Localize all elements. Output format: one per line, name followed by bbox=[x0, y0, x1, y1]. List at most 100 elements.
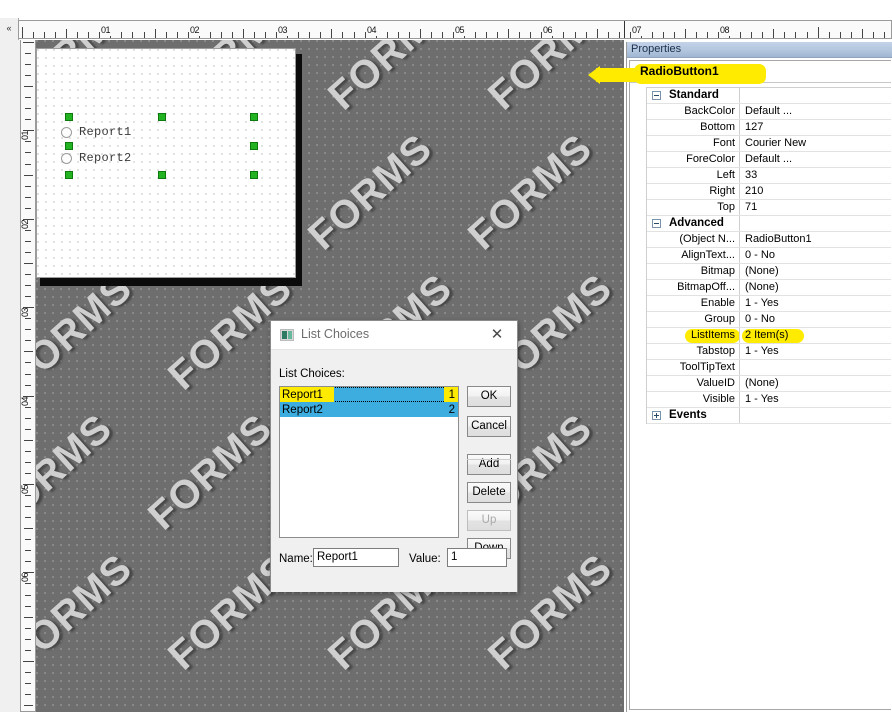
property-name: Visible bbox=[647, 392, 740, 407]
name-input[interactable]: Report1 bbox=[313, 548, 399, 567]
properties-body[interactable]: RadioButton1 Standard BackColor Default ..… bbox=[629, 60, 891, 710]
resize-handle-ne[interactable] bbox=[250, 113, 258, 121]
property-value[interactable] bbox=[740, 360, 891, 375]
delete-button[interactable]: Delete bbox=[467, 482, 511, 503]
collapse-icon[interactable] bbox=[652, 91, 661, 100]
ruler-tick bbox=[331, 29, 332, 38]
property-row[interactable]: BackColor Default ... bbox=[647, 104, 891, 120]
property-value[interactable]: 1 - Yes bbox=[740, 296, 891, 311]
ruler-tick bbox=[25, 274, 31, 275]
expand-icon[interactable] bbox=[652, 411, 661, 420]
property-row[interactable]: Right 210 bbox=[647, 184, 891, 200]
list-choices-dialog[interactable]: List Choices ✕ List Choices: Report1 1 Rep… bbox=[270, 320, 518, 592]
properties-panel-title: Properties bbox=[631, 43, 682, 55]
ruler-tick bbox=[210, 32, 211, 38]
value-input[interactable]: 1 bbox=[447, 548, 507, 567]
form-canvas[interactable]: Report1 Report2 bbox=[36, 48, 296, 278]
radio-circle-icon[interactable] bbox=[61, 126, 72, 138]
property-value[interactable]: 0 - No bbox=[740, 248, 891, 263]
dialog-titlebar[interactable]: List Choices ✕ bbox=[271, 321, 517, 350]
property-value[interactable]: Default ... bbox=[740, 152, 891, 167]
watermark-text: FORMS bbox=[480, 40, 621, 119]
form-radio-report2[interactable]: Report2 bbox=[61, 151, 132, 165]
ruler-tick bbox=[409, 32, 410, 38]
resize-handle-se[interactable] bbox=[250, 171, 258, 179]
resize-handle-nw[interactable] bbox=[65, 113, 73, 121]
property-value[interactable]: RadioButton1 bbox=[740, 232, 891, 247]
property-group-events[interactable]: Events bbox=[647, 408, 891, 424]
property-value[interactable]: 33 bbox=[740, 168, 891, 183]
properties-grid[interactable]: Standard BackColor Default ... Bottom 127 Fon… bbox=[646, 87, 891, 424]
property-value[interactable]: 1 - Yes bbox=[740, 344, 891, 359]
radio-circle-icon[interactable] bbox=[61, 152, 72, 164]
property-row[interactable]: BitmapOff... (None) bbox=[647, 280, 891, 296]
property-row[interactable]: Font Courier New bbox=[647, 136, 891, 152]
property-value[interactable]: Courier New bbox=[740, 136, 891, 151]
ruler-panel-divider bbox=[624, 21, 625, 38]
property-row[interactable]: AlignText... 0 - No bbox=[647, 248, 891, 264]
ruler-tick bbox=[24, 705, 33, 706]
property-value[interactable]: 0 - No bbox=[740, 312, 891, 327]
ruler-tick bbox=[740, 32, 741, 38]
property-row[interactable]: Enable 1 - Yes bbox=[647, 296, 891, 312]
resize-handle-sw[interactable] bbox=[65, 171, 73, 179]
watermark-text: FORMS bbox=[140, 405, 281, 539]
property-row[interactable]: Bitmap (None) bbox=[647, 264, 891, 280]
property-value[interactable]: 71 bbox=[740, 200, 891, 215]
property-value[interactable]: 127 bbox=[740, 120, 891, 135]
property-group-standard[interactable]: Standard bbox=[647, 88, 891, 104]
list-choices-listbox[interactable]: Report1 1 Report2 2 bbox=[279, 386, 459, 538]
ruler-tick bbox=[25, 230, 31, 231]
ruler-tick bbox=[25, 672, 31, 673]
ruler-tick bbox=[25, 539, 31, 540]
property-value[interactable]: Default ... bbox=[740, 104, 891, 119]
close-icon[interactable]: ✕ bbox=[480, 321, 514, 349]
property-group-advanced[interactable]: Advanced bbox=[647, 216, 891, 232]
property-row[interactable]: Visible 1 - Yes bbox=[647, 392, 891, 408]
resize-handle-s[interactable] bbox=[158, 171, 166, 179]
resize-handle-e[interactable] bbox=[250, 142, 258, 150]
list-item[interactable]: Report1 1 bbox=[280, 387, 458, 402]
ruler-tick bbox=[597, 29, 598, 38]
property-value[interactable]: (None) bbox=[740, 264, 891, 279]
ruler-tick bbox=[132, 32, 133, 38]
ruler-tick bbox=[25, 407, 31, 408]
form-window[interactable]: Report1 Report2 bbox=[36, 48, 306, 290]
ruler-tick bbox=[66, 29, 67, 38]
cancel-button[interactable]: Cancel bbox=[467, 416, 511, 437]
add-button[interactable]: Add bbox=[467, 454, 511, 475]
list-choices-label: List Choices: bbox=[279, 368, 345, 380]
ruler-tick bbox=[762, 32, 763, 38]
form-radio-report1[interactable]: Report1 bbox=[61, 125, 132, 139]
property-row[interactable]: Bottom 127 bbox=[647, 120, 891, 136]
property-row[interactable]: Top 71 bbox=[647, 200, 891, 216]
ruler-tick bbox=[25, 639, 31, 640]
property-value[interactable]: 210 bbox=[740, 184, 891, 199]
property-value[interactable]: (None) bbox=[740, 376, 891, 391]
ruler-tick bbox=[674, 32, 675, 38]
radio-label: Report2 bbox=[79, 151, 132, 165]
property-value[interactable]: 1 - Yes bbox=[740, 392, 891, 407]
horizontal-ruler[interactable]: 01 02 03 04 05 06 07 08 bbox=[18, 20, 892, 39]
property-value[interactable]: (None) bbox=[740, 280, 891, 295]
property-name: ForeColor bbox=[647, 152, 740, 167]
property-row[interactable]: ToolTipText bbox=[647, 360, 891, 376]
ruler-tick bbox=[25, 152, 31, 153]
list-item[interactable]: Report2 2 bbox=[280, 402, 458, 417]
resize-handle-n[interactable] bbox=[158, 113, 166, 121]
property-name: Top bbox=[647, 200, 740, 215]
vertical-ruler[interactable]: 01 02 03 04 05 06 bbox=[20, 40, 36, 712]
property-row[interactable]: ValueID (None) bbox=[647, 376, 891, 392]
property-value[interactable]: 2 Item(s) bbox=[740, 328, 891, 343]
collapse-icon[interactable] bbox=[652, 219, 661, 228]
ok-button[interactable]: OK bbox=[467, 386, 511, 407]
resize-handle-w[interactable] bbox=[65, 142, 73, 150]
property-row[interactable]: (Object N... RadioButton1 bbox=[647, 232, 891, 248]
ruler-tick bbox=[807, 32, 808, 38]
property-row[interactable]: ListItems 2 Item(s) bbox=[647, 328, 891, 344]
property-row[interactable]: Group 0 - No bbox=[647, 312, 891, 328]
property-row[interactable]: Tabstop 1 - Yes bbox=[647, 344, 891, 360]
property-row[interactable]: Left 33 bbox=[647, 168, 891, 184]
property-row[interactable]: ForeColor Default ... bbox=[647, 152, 891, 168]
button-group-divider bbox=[467, 459, 511, 460]
